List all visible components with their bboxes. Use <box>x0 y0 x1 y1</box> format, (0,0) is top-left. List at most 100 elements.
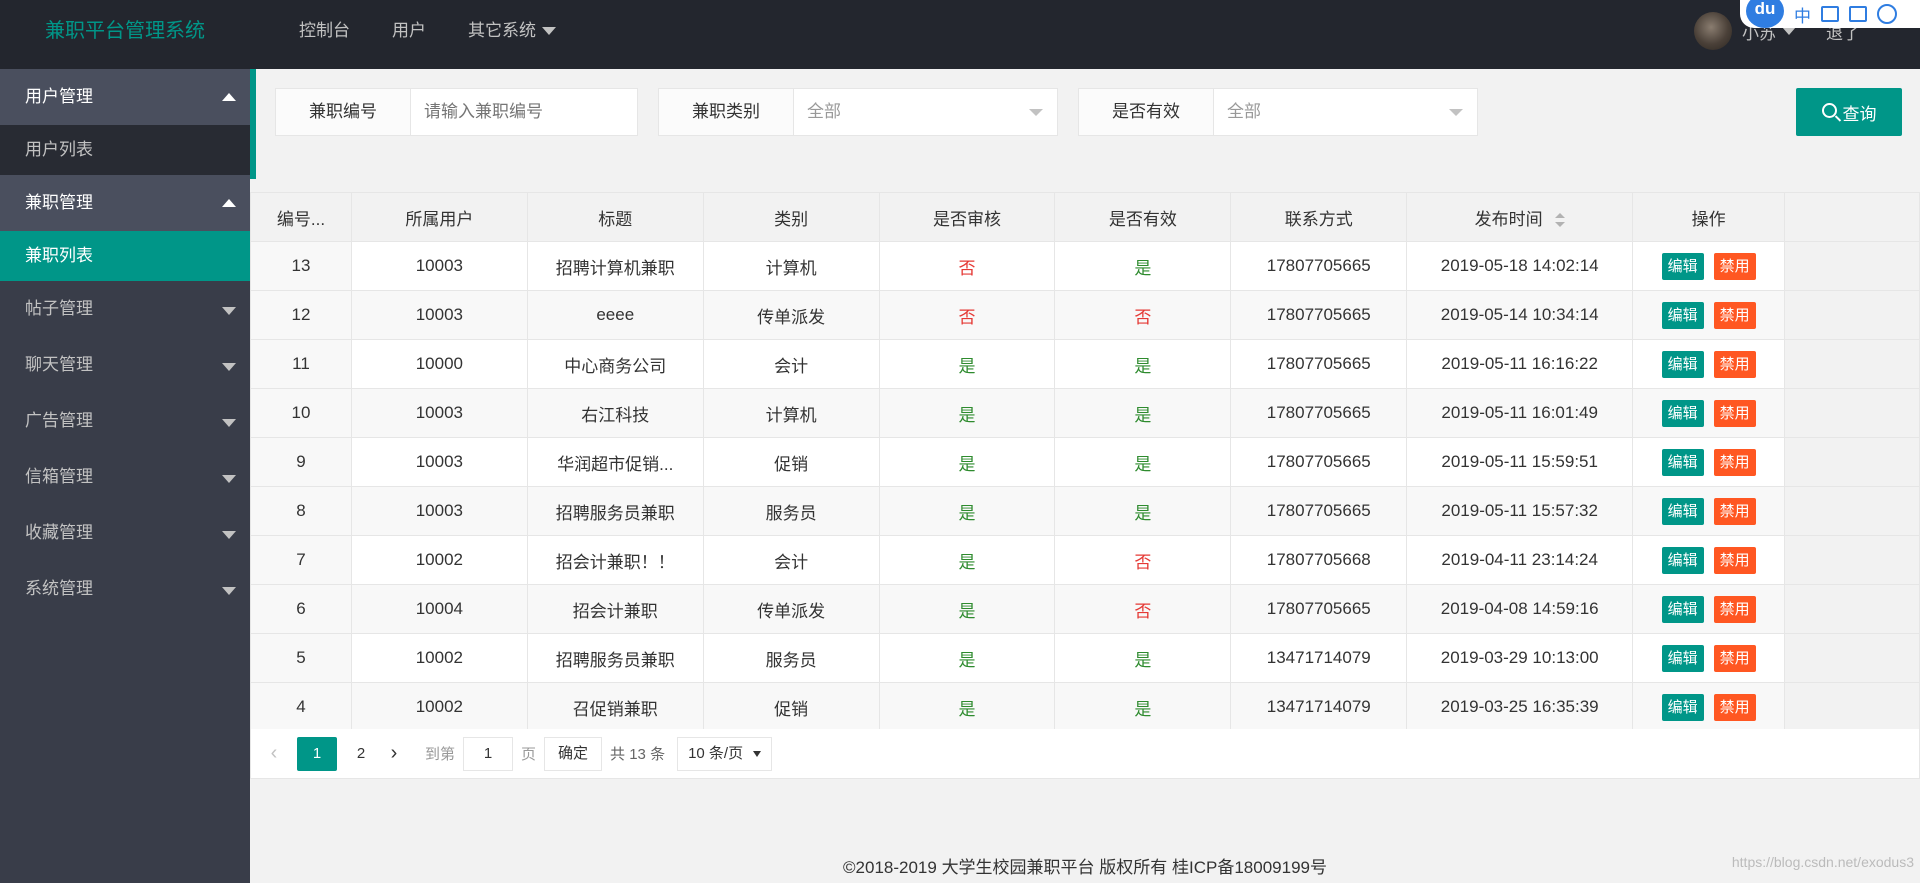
ban-button[interactable]: 禁用 <box>1713 448 1756 476</box>
app-logo[interactable]: 兼职平台管理系统 <box>45 0 205 62</box>
query-button[interactable]: 查询 <box>1796 88 1902 136</box>
ban-button[interactable]: 禁用 <box>1713 644 1756 672</box>
edit-button[interactable]: 编辑 <box>1661 497 1704 525</box>
col-header-valid: 是否有效 <box>1054 192 1232 242</box>
sidebar-group-mailbox-mgmt[interactable]: 信箱管理 <box>0 449 250 505</box>
col-header-time[interactable]: 发布时间 <box>1406 192 1634 242</box>
emoji-icon[interactable] <box>1877 4 1897 24</box>
page-size-select[interactable]: 10 条/页 <box>677 736 773 771</box>
edit-button[interactable]: 编辑 <box>1661 448 1704 476</box>
ban-button[interactable]: 禁用 <box>1713 693 1756 721</box>
footer-copyright: ©2018-2019 大学生校园兼职平台 版权所有 桂ICP备18009199号 <box>843 858 1327 877</box>
cell-time: 2019-04-11 23:14:24 <box>1406 535 1634 585</box>
sidebar-group-label: 聊天管理 <box>25 355 93 374</box>
chevron-down-icon <box>222 587 236 595</box>
edit-button[interactable]: 编辑 <box>1661 644 1704 672</box>
ime-mode-toggle[interactable]: 中 <box>1794 2 1811 27</box>
nav-console-label: 控制台 <box>299 21 350 40</box>
goto-confirm-button[interactable]: 确定 <box>544 736 603 771</box>
table-row: 7 10002 招会计兼职！！ 会计是否 17807705668 2019-04-11 2… <box>250 535 1920 585</box>
ban-button[interactable]: 禁用 <box>1713 497 1756 525</box>
grid-icon[interactable] <box>1849 6 1867 22</box>
chevron-down-icon <box>753 750 762 757</box>
sidebar-group-ad-mgmt[interactable]: 广告管理 <box>0 393 250 449</box>
cell-category: 促销 <box>702 437 880 487</box>
ban-button[interactable]: 禁用 <box>1713 546 1756 574</box>
sidebar-item-job-list[interactable]: 兼职列表 <box>0 231 250 281</box>
cell-actions: 编辑 禁用 <box>1632 682 1786 732</box>
chevron-down-icon <box>222 475 236 483</box>
goto-page-input[interactable]: 1 <box>463 736 514 771</box>
nav-other-systems[interactable]: 其它系统 <box>447 0 577 62</box>
chevron-down-icon <box>1449 109 1463 116</box>
sidebar-group-user-mgmt[interactable]: 用户管理 <box>0 69 250 125</box>
edit-button[interactable]: 编辑 <box>1661 350 1704 378</box>
cell-valid: 否 <box>1054 584 1232 634</box>
keyboard-icon[interactable] <box>1821 6 1839 22</box>
cell-spacer <box>1784 388 1920 438</box>
next-page-icon[interactable]: › <box>385 742 403 765</box>
edit-button[interactable]: 编辑 <box>1661 301 1704 329</box>
cell-audited: 是 <box>878 535 1056 585</box>
ban-button[interactable]: 禁用 <box>1713 252 1756 280</box>
cell-id: 10 <box>250 388 352 438</box>
cell-actions: 编辑 禁用 <box>1632 388 1786 438</box>
table-row: 9 10003 华润超市促销... 促销是是 17807705665 2019-05-11… <box>250 437 1920 487</box>
valid-select[interactable]: 全部 <box>1214 88 1478 136</box>
baidu-ime-icon[interactable]: du <box>1746 0 1784 28</box>
nav-console[interactable]: 控制台 <box>278 0 371 62</box>
cell-user: 10002 <box>350 633 528 683</box>
cell-title: 华润超市促销... <box>526 437 704 487</box>
sidebar-item-user-list[interactable]: 用户列表 <box>0 125 250 175</box>
query-button-label: 查询 <box>1842 104 1877 124</box>
col-header-category: 类别 <box>702 192 880 242</box>
cell-spacer <box>1784 682 1920 732</box>
cell-audited: 否 <box>878 241 1056 291</box>
nav-users-label: 用户 <box>392 21 426 40</box>
edit-button[interactable]: 编辑 <box>1661 399 1704 427</box>
nav-users[interactable]: 用户 <box>371 0 447 62</box>
job-table-wrap: 编号... 所属用户 标题 类别 是否审核 是否有效 联系方式 发布时间 操作 … <box>250 192 1920 732</box>
edit-button[interactable]: 编辑 <box>1661 595 1704 623</box>
edit-button[interactable]: 编辑 <box>1661 546 1704 574</box>
col-header-id[interactable]: 编号... <box>250 192 352 242</box>
cell-contact: 17807705665 <box>1230 584 1408 634</box>
sidebar-group-job-mgmt[interactable]: 兼职管理 <box>0 175 250 231</box>
edit-button[interactable]: 编辑 <box>1661 252 1704 280</box>
ban-button[interactable]: 禁用 <box>1713 350 1756 378</box>
prev-page-icon[interactable]: ‹ <box>265 742 283 765</box>
ban-button[interactable]: 禁用 <box>1713 399 1756 427</box>
page-2-button[interactable]: 2 <box>341 737 381 771</box>
ban-button[interactable]: 禁用 <box>1713 595 1756 623</box>
cell-spacer <box>1784 535 1920 585</box>
sidebar-group-post-mgmt[interactable]: 帖子管理 <box>0 281 250 337</box>
cell-actions: 编辑 禁用 <box>1632 584 1786 634</box>
cell-title: 中心商务公司 <box>526 339 704 389</box>
page-1-button[interactable]: 1 <box>297 736 337 771</box>
sidebar-group-favorites-mgmt[interactable]: 收藏管理 <box>0 505 250 561</box>
cell-audited: 是 <box>878 486 1056 536</box>
cell-time: 2019-05-11 15:59:51 <box>1406 437 1634 487</box>
cell-spacer <box>1784 290 1920 340</box>
sidebar-group-chat-mgmt[interactable]: 聊天管理 <box>0 337 250 393</box>
cell-spacer <box>1784 437 1920 487</box>
cell-contact: 17807705665 <box>1230 290 1408 340</box>
col-header-time-label: 发布时间 <box>1474 209 1543 229</box>
cell-id: 4 <box>250 682 352 732</box>
col-header-audited: 是否审核 <box>878 192 1056 242</box>
search-form: 兼职编号 兼职类别 全部 是否有效 全部 <box>275 88 1478 136</box>
sidebar-group-system-mgmt[interactable]: 系统管理 <box>0 561 250 617</box>
cell-user: 10003 <box>350 388 528 438</box>
nav-other-label: 其它系统 <box>468 21 536 40</box>
cell-spacer <box>1784 339 1920 389</box>
job-id-input[interactable] <box>411 88 638 136</box>
ban-button[interactable]: 禁用 <box>1713 301 1756 329</box>
avatar[interactable] <box>1694 12 1732 50</box>
table-row: 10 10003 右江科技 计算机是是 17807705665 2019-05-11 16… <box>250 388 1920 438</box>
job-type-select[interactable]: 全部 <box>794 88 1058 136</box>
edit-button[interactable]: 编辑 <box>1661 693 1704 721</box>
sort-icon[interactable] <box>1554 213 1565 228</box>
cell-category: 计算机 <box>702 388 880 438</box>
job-id-label: 兼职编号 <box>275 88 411 136</box>
cell-actions: 编辑 禁用 <box>1632 633 1786 683</box>
